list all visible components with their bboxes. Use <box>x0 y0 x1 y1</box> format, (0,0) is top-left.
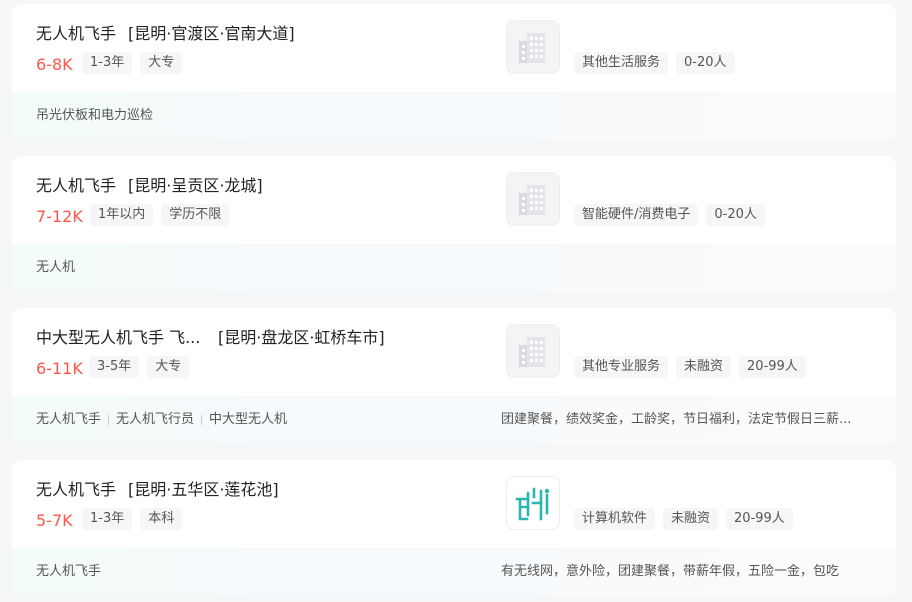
job-tags: 3-5年 大专 <box>89 356 190 378</box>
job-card-bottom: 无人机 <box>12 244 896 292</box>
job-name[interactable]: 无人机飞手 <box>36 20 116 44</box>
tag-education: 大专 <box>147 356 190 378</box>
company-tags: 智能硬件/消费电子 0-20人 <box>574 204 765 226</box>
building-icon[interactable] <box>506 20 560 74</box>
welfare-text: 有无线网，意外险，团建聚餐，带薪年假，五险一金，包吃 <box>501 564 840 579</box>
divider <box>108 414 110 425</box>
divider <box>201 414 203 425</box>
tag-education: 本科 <box>140 508 183 530</box>
job-title[interactable]: 无人机飞手 [昆明·五华区·莲花池] <box>36 476 279 500</box>
job-tags: 1年以内 学历不限 <box>90 204 230 226</box>
building-icon[interactable] <box>506 172 560 226</box>
skill-tags: 吊光伏板和电力巡检 <box>36 92 153 140</box>
job-card[interactable]: 中大型无人机飞手 飞... [昆明·盘龙区·虹桥车市] 6-11K 3-5年 大专… <box>12 308 896 444</box>
job-card-bottom: 无人机飞手 有无线网，意外险，团建聚餐，带薪年假，五险一金，包吃 <box>12 548 896 596</box>
tag-experience: 3-5年 <box>89 356 140 378</box>
job-card-top: 无人机飞手 [昆明·官渡区·官南大道] 6-8K 1-3年 大专 其他生活服务 <box>12 4 896 92</box>
job-card-bottom: 吊光伏板和电力巡检 <box>12 92 896 140</box>
skill-tag: 无人机飞手 <box>36 412 102 427</box>
tag-education: 大专 <box>140 52 183 74</box>
building-icon[interactable] <box>506 324 560 378</box>
company-size: 0-20人 <box>706 204 765 226</box>
job-tags: 1-3年 大专 <box>82 52 183 74</box>
job-card-top: 无人机飞手 [昆明·五华区·莲花池] 5-7K 1-3年 本科 计算机软件 未融… <box>12 460 896 548</box>
job-title[interactable]: 中大型无人机飞手 飞... [昆明·盘龙区·虹桥车市] <box>36 324 385 348</box>
skill-tag: 无人机飞行员 <box>116 412 195 427</box>
company-logo-icon[interactable] <box>506 476 560 530</box>
company-tags: 计算机软件 未融资 20-99人 <box>574 508 793 530</box>
skill-tag: 无人机 <box>36 260 76 275</box>
job-title[interactable]: 无人机飞手 [昆明·官渡区·官南大道] <box>36 20 295 44</box>
job-card[interactable]: 无人机飞手 [昆明·呈贡区·龙城] 7-12K 1年以内 学历不限 智能硬件/消费… <box>12 156 896 292</box>
tag-experience: 1-3年 <box>82 52 133 74</box>
company-funding: 未融资 <box>663 508 719 530</box>
company-size: 20-99人 <box>739 356 806 378</box>
tag-experience: 1年以内 <box>90 204 154 226</box>
job-title[interactable]: 无人机飞手 [昆明·呈贡区·龙城] <box>36 172 263 196</box>
job-card-top: 无人机飞手 [昆明·呈贡区·龙城] 7-12K 1年以内 学历不限 智能硬件/消费… <box>12 156 896 244</box>
job-location: [昆明·五华区·莲花池] <box>128 480 279 499</box>
tag-education: 学历不限 <box>161 204 230 226</box>
company-industry: 其他生活服务 <box>574 52 669 74</box>
skill-tags: 无人机飞手 <box>36 548 101 596</box>
skill-tags: 无人机 <box>36 244 75 292</box>
job-name[interactable]: 无人机飞手 <box>36 172 116 196</box>
company-industry: 计算机软件 <box>574 508 656 530</box>
salary: 5-7K <box>36 511 73 530</box>
skill-tags: 无人机飞手 无人机飞行员 中大型无人机 <box>36 396 287 444</box>
tag-experience: 1-3年 <box>82 508 133 530</box>
company-tags: 其他生活服务 0-20人 <box>574 52 735 74</box>
job-card[interactable]: 无人机飞手 [昆明·官渡区·官南大道] 6-8K 1-3年 大专 其他生活服务 <box>12 4 896 140</box>
company-size: 20-99人 <box>726 508 793 530</box>
job-tags: 1-3年 本科 <box>82 508 183 530</box>
job-location: [昆明·官渡区·官南大道] <box>128 24 295 43</box>
job-name[interactable]: 中大型无人机飞手 飞... <box>36 324 206 348</box>
skill-tag: 中大型无人机 <box>209 412 288 427</box>
company-size: 0-20人 <box>676 52 735 74</box>
company-tags: 其他专业服务 未融资 20-99人 <box>574 356 806 378</box>
salary: 6-11K <box>36 359 83 378</box>
company-industry: 其他专业服务 <box>574 356 669 378</box>
job-location: [昆明·盘龙区·虹桥车市] <box>218 328 385 347</box>
job-card-top: 中大型无人机飞手 飞... [昆明·盘龙区·虹桥车市] 6-11K 3-5年 大专… <box>12 308 896 396</box>
job-location: [昆明·呈贡区·龙城] <box>128 176 263 195</box>
salary: 6-8K <box>36 55 73 74</box>
job-card-bottom: 无人机飞手 无人机飞行员 中大型无人机 团建聚餐，绩效奖金，工龄奖，节日福利，法定节… <box>12 396 896 444</box>
skill-tag: 吊光伏板和电力巡检 <box>36 108 154 123</box>
job-card[interactable]: 无人机飞手 [昆明·五华区·莲花池] 5-7K 1-3年 本科 计算机软件 未融… <box>12 460 896 596</box>
welfare-text: 团建聚餐，绩效奖金，工龄奖，节日福利，法定节假日三薪... <box>501 412 852 427</box>
company-funding: 未融资 <box>676 356 732 378</box>
skill-tag: 无人机飞手 <box>36 564 102 579</box>
job-name[interactable]: 无人机飞手 <box>36 476 116 500</box>
company-industry: 智能硬件/消费电子 <box>574 204 699 226</box>
salary: 7-12K <box>36 207 83 226</box>
